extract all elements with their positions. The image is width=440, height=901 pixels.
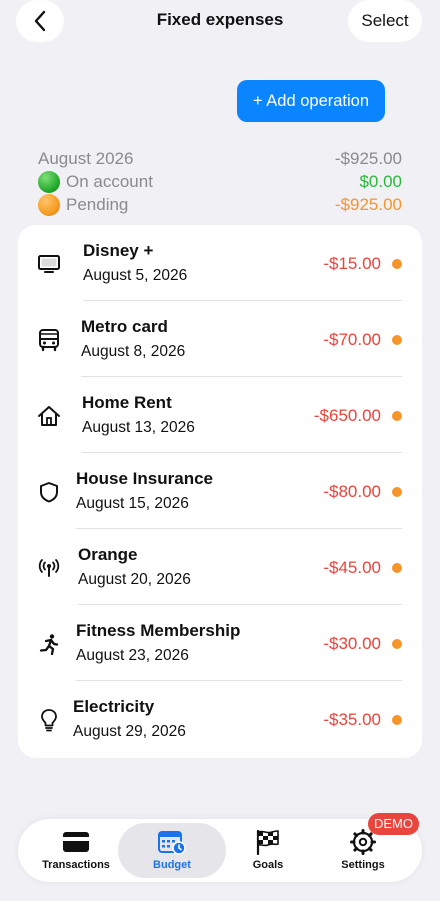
list-item[interactable]: Home Rent August 13, 2026 -$650.00 [18,377,422,453]
tab-bar: Transactions Budget Goals Settings DEMO [18,813,422,882]
expense-name: Home Rent [82,393,172,412]
expense-name: House Insurance [76,469,213,488]
demo-badge: DEMO [368,813,419,835]
runner-icon [36,631,62,657]
orange-circle-icon [38,193,60,216]
summary-pending-row: Pending -$925.00 [38,193,402,216]
tab-budget-label: Budget [153,859,191,871]
pending-dot [392,259,402,269]
pending-dot [392,563,402,573]
expense-date: August 5, 2026 [83,267,188,284]
add-operation-button[interactable]: + Add operation [237,80,385,122]
on-account-value: $0.00 [359,171,402,191]
summary-on-account-row: On account $0.00 [38,170,402,193]
tab-settings-label: Settings [341,859,385,871]
pending-dot [392,411,402,421]
expense-name: Disney + [83,241,154,260]
select-button[interactable]: Select [348,0,422,42]
house-icon [36,403,62,429]
list-item[interactable]: Orange August 20, 2026 -$45.00 [18,529,422,605]
summary: August 2026 -$925.00 On account $0.00 Pe… [38,147,402,216]
expense-amount: -$35.00 [323,710,381,729]
tab-goals[interactable]: Goals [226,819,310,882]
expense-amount: -$80.00 [323,482,381,501]
expense-list: Disney + August 5, 2026 -$15.00 Metro ca… [18,225,422,758]
checkered-flag-icon [255,829,281,855]
calendar-clock-icon [158,829,186,855]
green-circle-icon [38,170,60,193]
tab-budget[interactable]: Budget [118,819,226,882]
expense-amount: -$70.00 [323,330,381,349]
top-bar: Fixed expenses Select [0,0,440,42]
expense-amount: -$15.00 [323,254,381,273]
list-item[interactable]: Fitness Membership August 23, 2026 -$30.… [18,605,422,681]
expense-name: Metro card [81,317,168,336]
expense-name: Electricity [73,697,155,716]
expense-date: August 15, 2026 [76,495,189,512]
list-item[interactable]: House Insurance August 15, 2026 -$80.00 [18,453,422,529]
expense-amount: -$45.00 [323,558,381,577]
pending-dot [392,335,402,345]
summary-total: -$925.00 [334,148,402,168]
pending-label: Pending [66,194,129,214]
expense-name: Orange [78,545,138,564]
expense-date: August 29, 2026 [73,723,186,740]
tab-goals-label: Goals [252,859,284,871]
pending-dot [392,715,402,725]
shield-icon [36,479,62,505]
expense-amount: -$30.00 [323,634,381,653]
expense-amount: -$650.00 [313,406,381,425]
tab-transactions[interactable]: Transactions [34,819,118,882]
expense-date: August 13, 2026 [82,419,195,436]
on-account-label: On account [66,171,153,191]
tv-icon [36,251,62,277]
antenna-icon [36,555,62,581]
expense-date: August 8, 2026 [81,343,186,360]
list-item[interactable]: Disney + August 5, 2026 -$15.00 [18,225,422,301]
list-item[interactable]: Metro card August 8, 2026 -$70.00 [18,301,422,377]
pending-value: -$925.00 [334,194,402,214]
expense-date: August 23, 2026 [76,647,189,664]
credit-card-icon [62,829,90,855]
pending-dot [392,487,402,497]
summary-period: August 2026 [38,148,134,168]
pending-dot [392,639,402,649]
tab-transactions-label: Transactions [42,859,110,871]
list-item[interactable]: Electricity August 29, 2026 -$35.00 [18,681,422,757]
bus-icon [36,327,62,353]
expense-date: August 20, 2026 [78,571,191,588]
expense-name: Fitness Membership [76,621,241,640]
summary-period-row: August 2026 -$925.00 [38,147,402,170]
lightbulb-icon [36,707,62,733]
